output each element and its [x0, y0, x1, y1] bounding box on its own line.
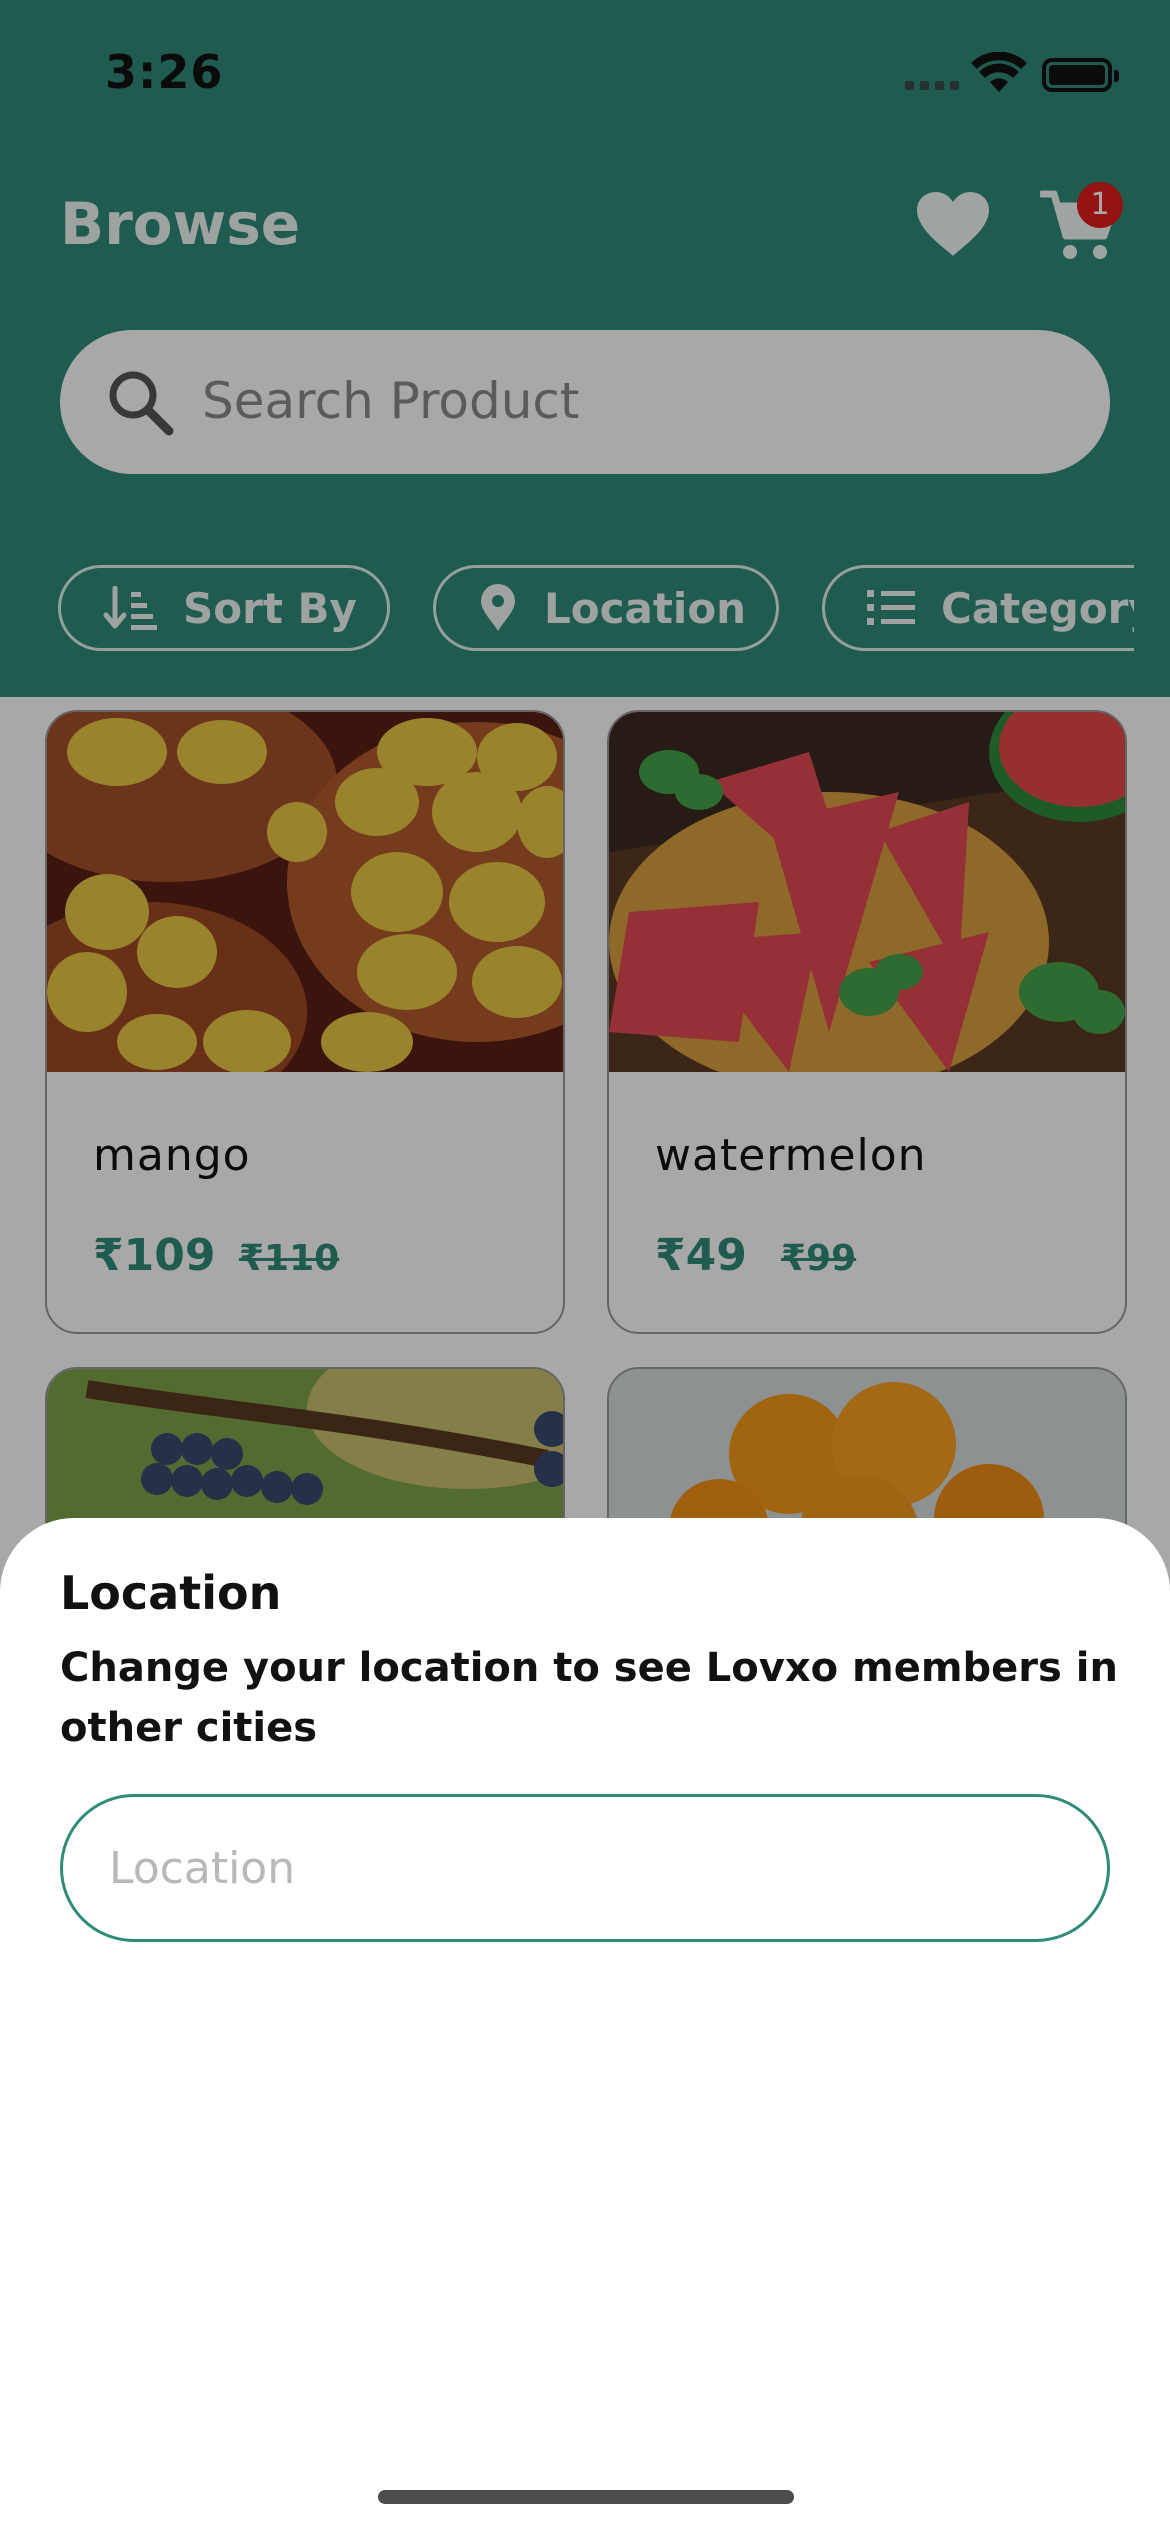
sheet-subtitle: Change your location to see Lovxo member… — [60, 1645, 1118, 1751]
home-indicator[interactable] — [378, 2490, 794, 2504]
location-input[interactable] — [60, 1794, 1110, 1942]
location-bottom-sheet: Location Change your location to see Lov… — [0, 1518, 1170, 2532]
sheet-title: Location — [60, 1566, 282, 1620]
